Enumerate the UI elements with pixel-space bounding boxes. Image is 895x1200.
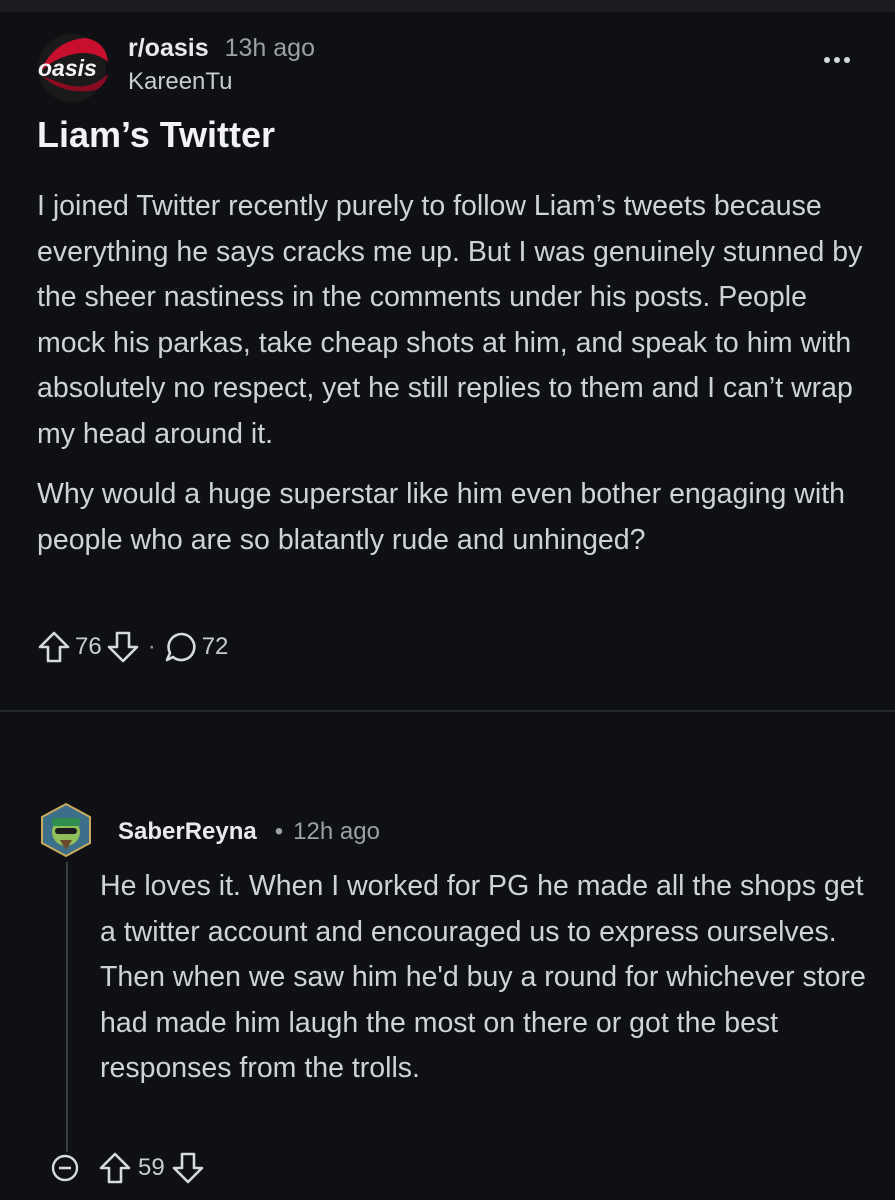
post: oasis r/oasis 13h ago KareenTu Liam’s Tw…: [0, 12, 895, 712]
separator-dot: ·: [147, 633, 156, 660]
post-paragraph: Why would a huge superstar like him even…: [37, 478, 845, 556]
arrow-up-icon: [99, 1152, 131, 1184]
post-body: I joined Twitter recently purely to foll…: [37, 184, 872, 578]
comment-avatar[interactable]: [38, 802, 94, 858]
oasis-logo: oasis: [38, 34, 108, 102]
upvote-button[interactable]: [98, 1150, 132, 1186]
speech-bubble-icon: [165, 632, 196, 662]
downvote-button[interactable]: [106, 629, 140, 665]
upvote-button[interactable]: [37, 629, 71, 665]
comment-time: 12h ago: [293, 818, 380, 845]
logo-text: oasis: [38, 55, 97, 81]
subreddit-avatar[interactable]: oasis: [34, 32, 112, 104]
avatar-icon: [41, 802, 91, 858]
upvote-count: 76: [75, 633, 102, 660]
minus-circle-icon: [51, 1154, 79, 1182]
post-author[interactable]: KareenTu: [128, 68, 233, 96]
post-actions: 76 · 72: [37, 624, 232, 670]
downvote-button[interactable]: [171, 1150, 205, 1186]
upvote-count: 59: [138, 1154, 165, 1181]
post-header: r/oasis 13h ago: [128, 34, 315, 63]
comment-body: He loves it. When I worked for PG he mad…: [100, 870, 866, 1084]
more-horizontal-icon: [824, 57, 850, 63]
comments-button[interactable]: [164, 629, 198, 665]
post-title[interactable]: Liam’s Twitter: [37, 114, 275, 156]
arrow-down-icon: [172, 1152, 204, 1184]
section-divider: [0, 710, 895, 712]
arrow-up-icon: [38, 631, 70, 663]
comment-header: SaberReyna • 12h ago: [118, 818, 380, 846]
subreddit-name[interactable]: r/oasis: [128, 34, 209, 63]
overflow-menu-button[interactable]: [819, 42, 855, 78]
comment-actions: 59: [50, 1150, 205, 1186]
arrow-down-icon: [107, 631, 139, 663]
comment-author[interactable]: SaberReyna: [118, 818, 257, 846]
comment: SaberReyna • 12h ago He loves it. When I…: [0, 740, 895, 1200]
separator-dot: •: [274, 818, 284, 845]
collapse-button[interactable]: [50, 1153, 80, 1183]
post-time: 13h ago: [224, 34, 315, 62]
comment-count: 72: [201, 633, 229, 660]
thread-line[interactable]: [66, 862, 68, 1152]
post-paragraph: I joined Twitter recently purely to foll…: [37, 190, 863, 450]
top-strip: [0, 0, 895, 12]
